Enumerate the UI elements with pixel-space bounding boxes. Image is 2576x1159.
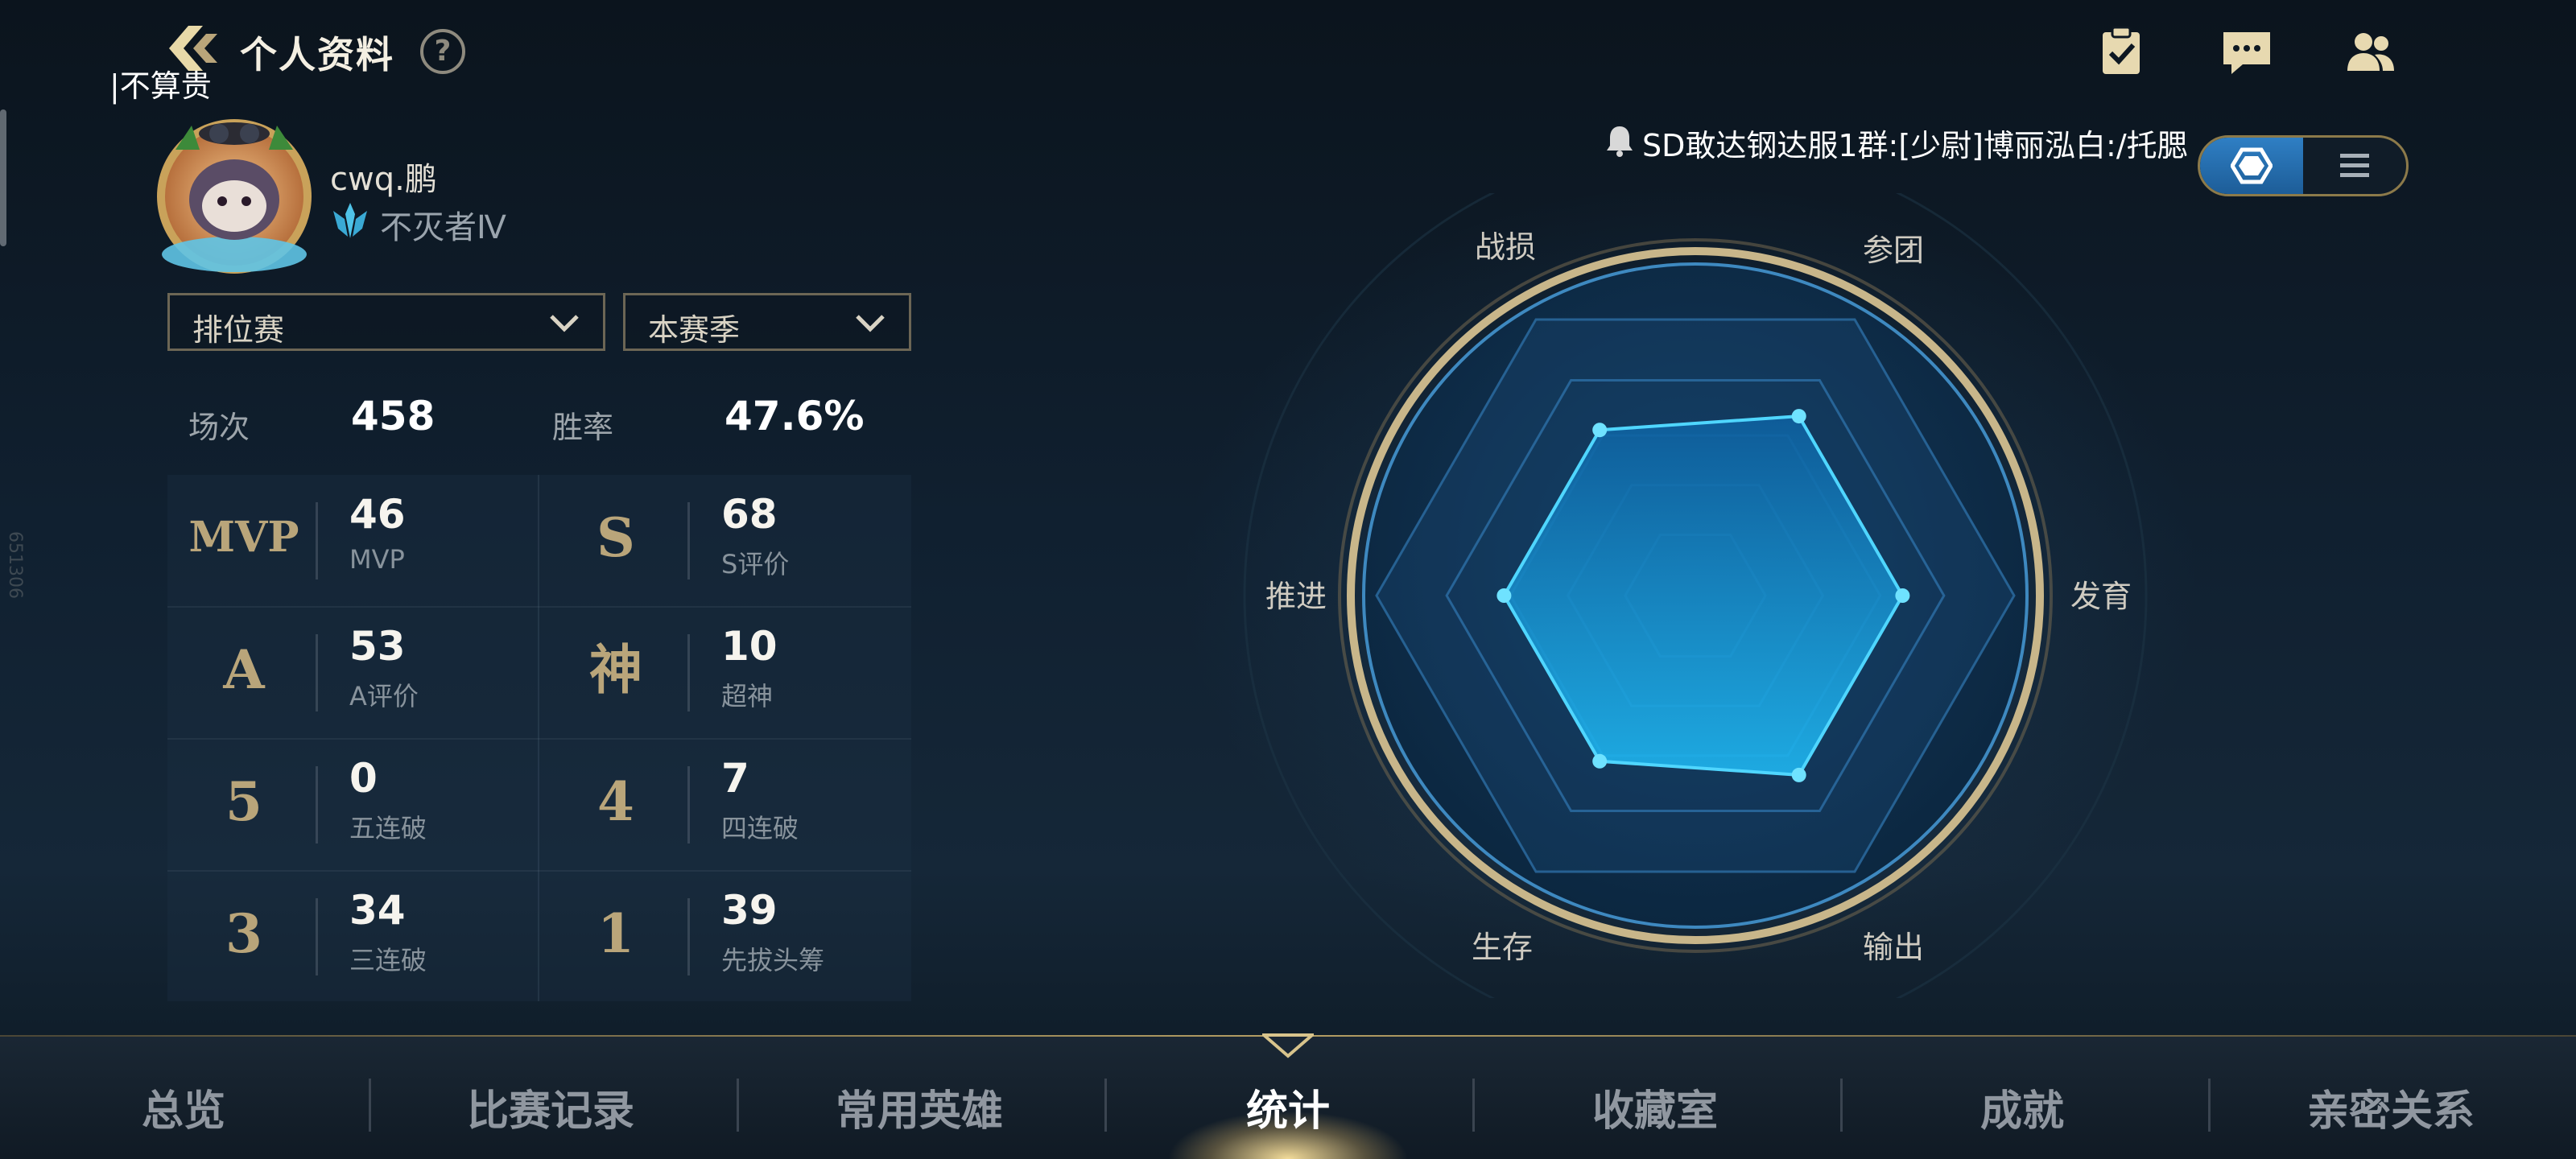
stat-cell-penta: 5 0 五连破 bbox=[167, 739, 539, 871]
a-badge: A bbox=[223, 638, 265, 701]
godlike-badge: 神 bbox=[589, 638, 642, 701]
stats-panel: MVP 46 MVP S 68 S评价 A 53 A评价 神 10 超神 5 0… bbox=[167, 475, 911, 1001]
stat-cell-firstblood: 1 39 先拔头筹 bbox=[539, 871, 911, 1003]
nav-separator bbox=[737, 1079, 739, 1132]
chevron-down-icon bbox=[856, 315, 885, 332]
mode-dropdown[interactable]: 排位赛 bbox=[167, 293, 605, 351]
tab-achievements[interactable]: 成就 bbox=[1853, 1077, 2191, 1137]
radar-axis-label: 推进 bbox=[1265, 579, 1327, 614]
quadra-badge: 4 bbox=[597, 770, 634, 833]
stat-label: 先拔头筹 bbox=[721, 945, 825, 975]
radar-chart: 战损 参团发育输出 生存 推进 bbox=[1243, 193, 2148, 998]
tab-match-history[interactable]: 比赛记录 bbox=[382, 1077, 720, 1137]
s-badge: S bbox=[597, 506, 635, 569]
bell-icon bbox=[1607, 126, 1633, 157]
page-title: 个人资料 bbox=[240, 33, 394, 76]
radar-axis-label: 参团 bbox=[1863, 233, 1924, 268]
hexagon-icon bbox=[2231, 147, 2273, 184]
stat-label: 四连破 bbox=[721, 813, 799, 843]
games-label: 场次 bbox=[188, 410, 250, 445]
radar-point-0 bbox=[1592, 423, 1608, 438]
radar-axis-label: 发育 bbox=[2070, 579, 2132, 614]
radar-point-5 bbox=[1496, 588, 1512, 603]
stat-label: 超神 bbox=[721, 681, 774, 711]
stat-cell-quadra: 4 7 四连破 bbox=[539, 739, 911, 871]
winrate-label: 胜率 bbox=[552, 410, 614, 445]
friends-icon[interactable] bbox=[2343, 24, 2399, 80]
mode-dropdown-label: 排位赛 bbox=[192, 312, 285, 348]
nav-separator bbox=[369, 1079, 371, 1132]
games-value: 458 bbox=[351, 393, 436, 439]
triple-badge: 3 bbox=[225, 902, 262, 965]
chevron-down-icon bbox=[550, 315, 579, 332]
notice-text: SD敢达钢达服1群:[少尉]博丽泓白:/托腮 bbox=[1642, 128, 2188, 163]
tab-relationships[interactable]: 亲密关系 bbox=[2222, 1077, 2560, 1137]
tab-common-heroes[interactable]: 常用英雄 bbox=[750, 1077, 1088, 1137]
chat-icon[interactable] bbox=[2219, 24, 2275, 80]
stat-value: 68 bbox=[721, 491, 778, 538]
nav-separator bbox=[2208, 1079, 2211, 1132]
season-dropdown[interactable]: 本赛季 bbox=[623, 293, 911, 351]
winrate-value: 47.6% bbox=[724, 393, 865, 439]
help-icon[interactable]: ? bbox=[420, 29, 465, 74]
stat-label: A评价 bbox=[349, 681, 419, 711]
nav-separator bbox=[1104, 1079, 1107, 1132]
radar-axis-label: 输出 bbox=[1863, 930, 1924, 965]
radar-point-1 bbox=[1791, 409, 1806, 424]
stat-value: 39 bbox=[721, 887, 778, 934]
stat-cell-triple: 3 34 三连破 bbox=[167, 871, 539, 1003]
task-icon[interactable] bbox=[2093, 24, 2149, 80]
stat-value: 10 bbox=[721, 623, 778, 670]
rank-icon bbox=[333, 203, 367, 238]
stat-value: 7 bbox=[721, 755, 749, 802]
radar-view-button[interactable] bbox=[2200, 138, 2303, 194]
tab-statistics[interactable]: 统计 bbox=[1119, 1077, 1457, 1137]
stat-value: 53 bbox=[349, 623, 406, 670]
username: cwq.鹏 bbox=[330, 161, 437, 198]
radar-axis-label: 战损 bbox=[1475, 229, 1536, 265]
stat-value: 46 bbox=[349, 491, 406, 538]
firstblood-badge: 1 bbox=[597, 902, 634, 965]
nav-separator bbox=[1472, 1079, 1475, 1132]
overlay-username: |不算贵 bbox=[109, 68, 212, 104]
radar-axis-label: 生存 bbox=[1472, 930, 1533, 965]
side-code-text: 651306 bbox=[5, 531, 25, 599]
tab-overview[interactable]: 总览 bbox=[14, 1077, 353, 1137]
stat-label: 五连破 bbox=[349, 813, 427, 843]
list-view-button[interactable] bbox=[2303, 138, 2406, 194]
view-toggle[interactable] bbox=[2198, 135, 2409, 196]
stat-value: 34 bbox=[349, 887, 406, 934]
stat-label: 三连破 bbox=[349, 945, 427, 975]
stat-label: S评价 bbox=[721, 549, 790, 580]
avatar[interactable] bbox=[151, 101, 317, 278]
tab-collection[interactable]: 收藏室 bbox=[1486, 1077, 1824, 1137]
stat-value: 0 bbox=[349, 755, 378, 802]
radar-point-4 bbox=[1592, 753, 1608, 769]
penta-badge: 5 bbox=[225, 770, 262, 833]
mvp-badge: MVP bbox=[188, 513, 299, 562]
list-icon bbox=[2340, 154, 2369, 177]
nav-separator bbox=[1840, 1079, 1843, 1132]
active-tab-marker bbox=[1262, 1033, 1314, 1058]
stat-cell-mvp: MVP 46 MVP bbox=[167, 475, 539, 607]
rank-text: 不灭者Ⅳ bbox=[380, 209, 506, 246]
radar-point-3 bbox=[1791, 767, 1806, 782]
radar-point-2 bbox=[1895, 588, 1910, 603]
scroll-indicator bbox=[0, 109, 6, 246]
season-dropdown-label: 本赛季 bbox=[648, 312, 741, 348]
stat-cell-godlike: 神 10 超神 bbox=[539, 607, 911, 739]
stat-label: MVP bbox=[349, 544, 405, 575]
stat-cell-a: A 53 A评价 bbox=[167, 607, 539, 739]
stat-cell-s: S 68 S评价 bbox=[539, 475, 911, 607]
